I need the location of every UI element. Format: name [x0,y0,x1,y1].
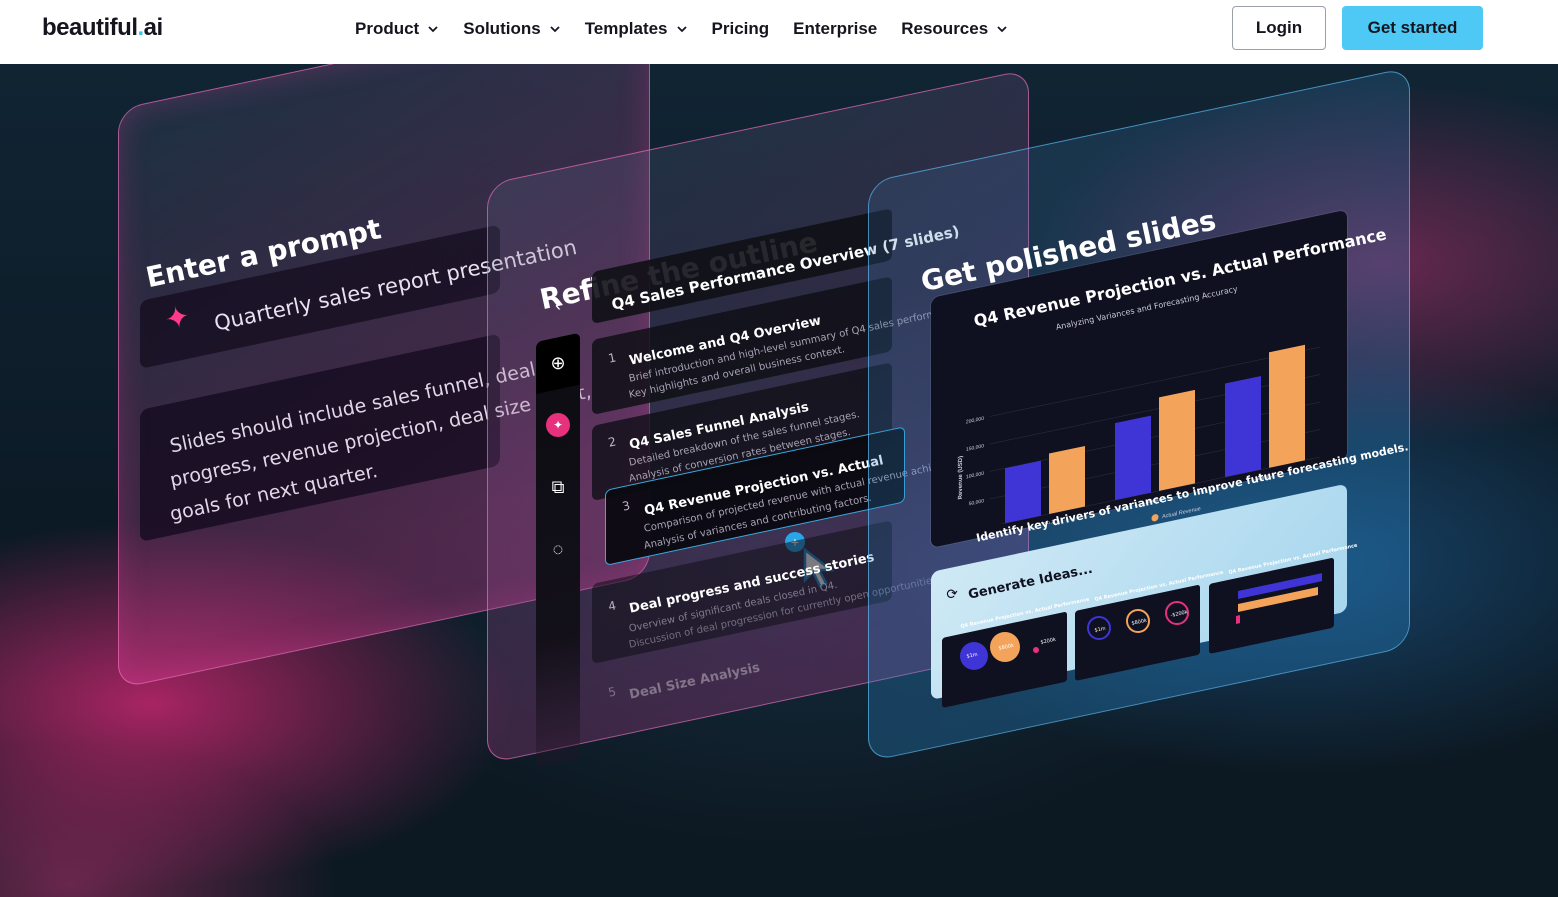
chevron-down-icon [997,26,1007,33]
chart-bar [1269,344,1305,468]
chart-bar [1049,445,1085,515]
nav-item-pricing[interactable]: Pricing [712,18,770,40]
y-tick-label: 150,000 [966,443,984,453]
y-tick-label: 100,000 [966,471,984,481]
top-navigation: beautiful.ai Product Solutions Templates Pr… [0,0,1558,64]
idea-hbar [1236,615,1240,624]
y-tick-label: 50,000 [969,498,984,507]
login-button[interactable]: Login [1232,6,1326,50]
nav-item-label: Resources [901,19,989,38]
nav-item-label: Solutions [463,19,541,38]
chart-bar [1159,389,1195,491]
nav-item-enterprise[interactable]: Enterprise [793,18,877,40]
legend-swatch [1151,514,1159,522]
slides-icon[interactable]: ⧉ [547,476,569,498]
nav-item-solutions[interactable]: Solutions [463,18,560,40]
chart-bar [1115,415,1151,501]
get-started-button[interactable]: Get started [1342,6,1483,50]
logo[interactable]: beautiful.ai [42,14,163,42]
y-tick-label: 200,000 [966,416,984,426]
chevron-down-icon [550,26,560,33]
add-circle-icon[interactable]: ⊕ [547,352,569,374]
idea-dot [1033,647,1039,653]
main-menu: Product Solutions Templates Pricing Enterpri… [355,18,1008,40]
chevron-left-icon[interactable]: ‹ [547,294,569,316]
nav-item-templates[interactable]: Templates [585,18,688,40]
nav-item-label: Product [355,19,420,38]
chevron-down-icon [428,26,438,33]
y-axis-label: Revenue (USD) [958,455,964,499]
nav-item-label: Enterprise [793,19,878,38]
chart-bar [1225,375,1261,478]
lightbulb-icon[interactable]: ◌ [547,538,569,560]
chevron-down-icon [676,26,687,33]
nav-item-product[interactable]: Product [355,18,439,40]
nav-item-label: Templates [584,19,668,38]
nav-item-resources[interactable]: Resources [901,18,1008,40]
hero-section: Enter a prompt ✦ Quarterly sales report … [0,64,1558,897]
chart-bar [1005,460,1041,524]
nav-item-label: Pricing [711,19,770,38]
sparkle-icon: ✦ [552,418,564,432]
